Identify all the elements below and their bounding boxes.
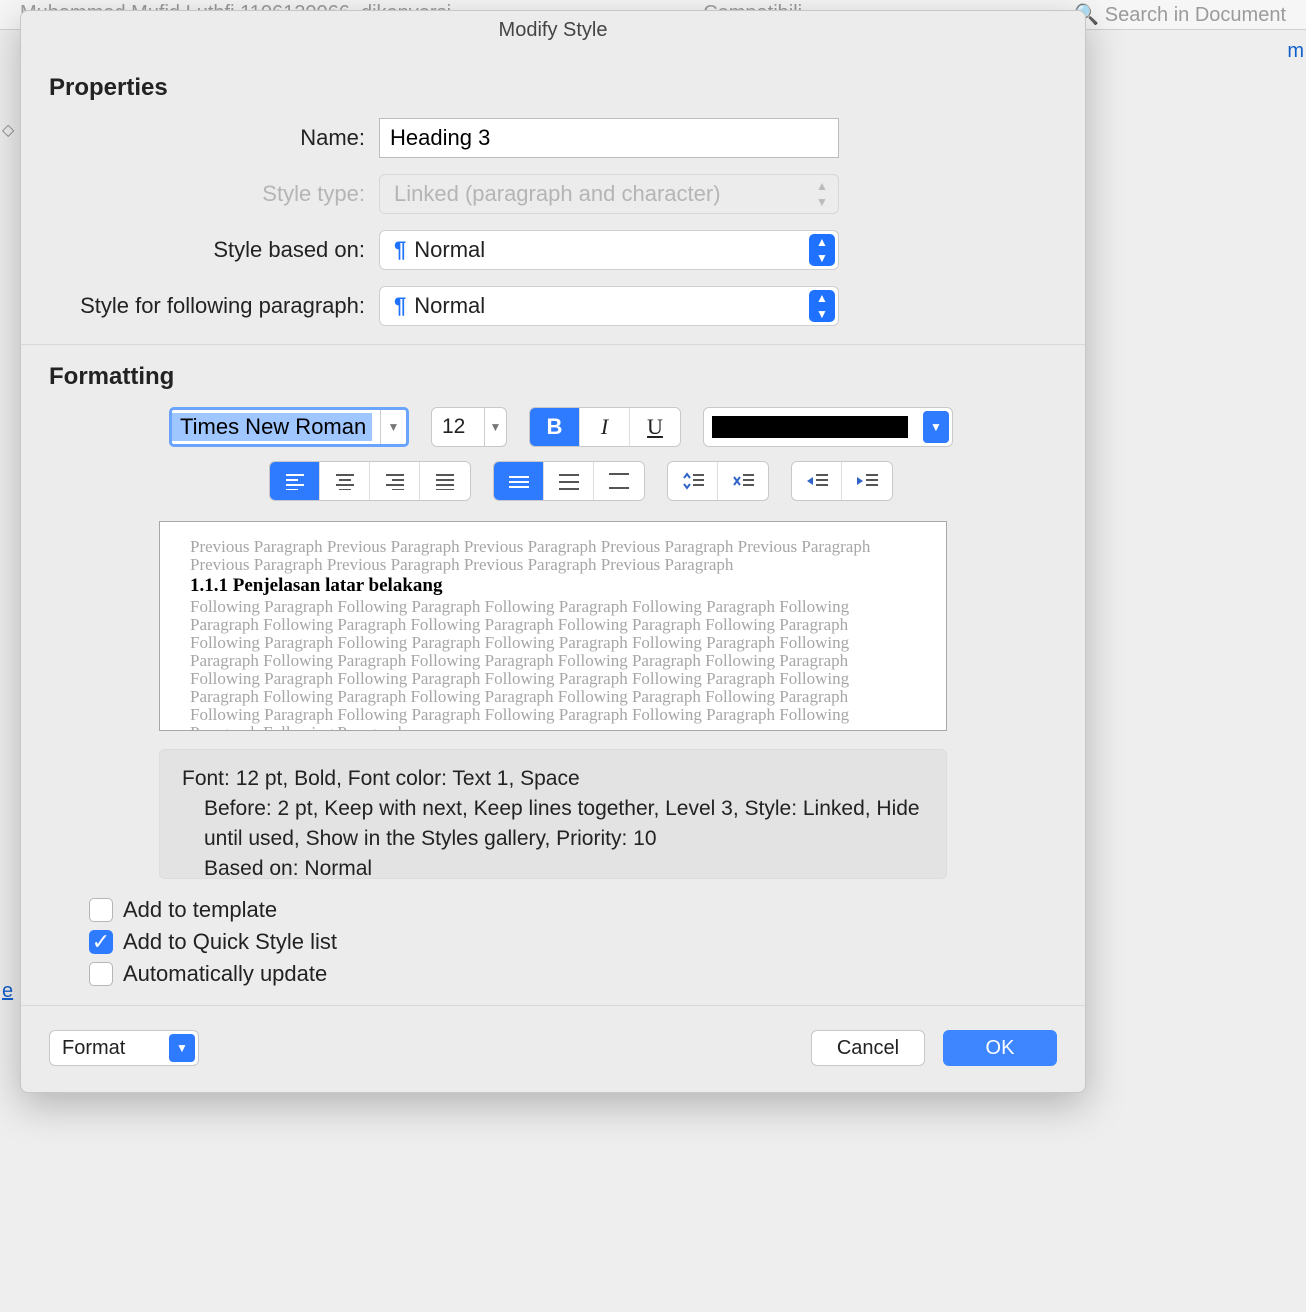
line-spacing-2-button[interactable]: [594, 462, 644, 500]
styletype-value: Linked (paragraph and character): [394, 181, 721, 207]
add-to-quick-style-label: Add to Quick Style list: [123, 929, 337, 955]
align-justify-button[interactable]: [420, 462, 470, 500]
bg-search: Search in Document: [1105, 4, 1286, 26]
bg-e: e: [2, 980, 13, 1003]
dialog-title: Modify Style: [21, 11, 1085, 46]
desc-line: Font: 12 pt, Bold, Font color: Text 1, S…: [182, 764, 924, 794]
basedon-label: Style based on:: [49, 237, 379, 263]
formatting-heading: Formatting: [49, 363, 1057, 391]
bg-m: m: [1287, 40, 1304, 63]
font-size-select[interactable]: 12 ▼: [431, 407, 507, 447]
chevron-down-icon: ▼: [380, 410, 406, 444]
add-to-template-row[interactable]: Add to template: [89, 897, 1057, 923]
basedon-value: Normal: [414, 237, 485, 263]
pilcrow-icon: ¶: [394, 237, 406, 263]
style-description: Font: 12 pt, Bold, Font color: Text 1, S…: [159, 749, 947, 879]
bold-button[interactable]: B: [530, 408, 580, 446]
preview-pane: Previous Paragraph Previous Paragraph Pr…: [159, 521, 947, 731]
add-to-template-label: Add to template: [123, 897, 277, 923]
font-size: 12: [442, 415, 465, 439]
auto-update-row[interactable]: Automatically update: [89, 961, 1057, 987]
chevron-down-icon: ▼: [923, 411, 949, 443]
alignment-group: [269, 461, 471, 501]
biu-group: B I U: [529, 407, 681, 447]
chevron-down-icon: ▼: [169, 1034, 195, 1062]
stepper-icon: ▲▼: [809, 178, 835, 210]
para-spacing-group: [667, 461, 769, 501]
format-menu-button[interactable]: Format ▼: [49, 1030, 199, 1066]
preview-following: Following Paragraph Following Paragraph …: [190, 598, 916, 731]
indent-group: [791, 461, 893, 501]
chevron-down-icon: ▼: [484, 408, 506, 446]
line-spacing-15-button[interactable]: [544, 462, 594, 500]
properties-heading: Properties: [49, 74, 1057, 102]
styletype-label: Style type:: [49, 181, 379, 207]
increase-indent-button[interactable]: [842, 462, 892, 500]
italic-button[interactable]: I: [580, 408, 630, 446]
following-value: Normal: [414, 293, 485, 319]
stepper-icon: ▲▼: [809, 234, 835, 266]
color-swatch: [712, 416, 908, 438]
decrease-indent-button[interactable]: [792, 462, 842, 500]
font-color-picker[interactable]: ▼: [703, 407, 953, 447]
pilcrow-icon: ¶: [394, 293, 406, 319]
auto-update-label: Automatically update: [123, 961, 327, 987]
format-label: Format: [62, 1037, 125, 1060]
stepper-icon: ▲▼: [809, 290, 835, 322]
modify-style-dialog: Modify Style Properties Name: Style type…: [20, 10, 1086, 1093]
desc-line: Based on: Normal: [182, 854, 924, 879]
name-label: Name:: [49, 125, 379, 151]
preview-sample: 1.1.1 Penjelasan latar belakang: [190, 574, 916, 598]
space-after-button[interactable]: [718, 462, 768, 500]
following-select[interactable]: ¶ Normal ▲▼: [379, 286, 839, 326]
following-label: Style for following paragraph:: [49, 293, 379, 319]
preview-previous: Previous Paragraph Previous Paragraph Pr…: [190, 538, 916, 574]
font-select[interactable]: Times New Roman ▼: [169, 407, 409, 447]
align-center-button[interactable]: [320, 462, 370, 500]
ok-button[interactable]: OK: [943, 1030, 1057, 1066]
spacing-group: [493, 461, 645, 501]
font-name: Times New Roman: [172, 413, 372, 441]
styletype-select: Linked (paragraph and character) ▲▼: [379, 174, 839, 214]
underline-button[interactable]: U: [630, 408, 680, 446]
align-left-button[interactable]: [270, 462, 320, 500]
add-to-quick-style-row[interactable]: ✓ Add to Quick Style list: [89, 929, 1057, 955]
checkbox-unchecked-icon[interactable]: [89, 962, 113, 986]
bg-q: ◇: [2, 120, 14, 140]
space-before-button[interactable]: [668, 462, 718, 500]
desc-line: Before: 2 pt, Keep with next, Keep lines…: [182, 794, 924, 854]
align-right-button[interactable]: [370, 462, 420, 500]
cancel-button[interactable]: Cancel: [811, 1030, 925, 1066]
checkbox-unchecked-icon[interactable]: [89, 898, 113, 922]
name-input[interactable]: [379, 118, 839, 158]
basedon-select[interactable]: ¶ Normal ▲▼: [379, 230, 839, 270]
checkbox-checked-icon[interactable]: ✓: [89, 930, 113, 954]
line-spacing-1-button[interactable]: [494, 462, 544, 500]
